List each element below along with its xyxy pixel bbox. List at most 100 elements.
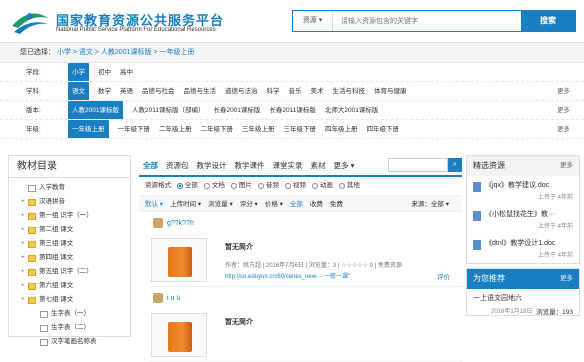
filter-option[interactable]: 道德与法治 <box>225 82 258 100</box>
sort-option[interactable]: 浏览量 ▾ <box>208 201 233 208</box>
expand-toggle-icon[interactable]: + <box>21 237 28 251</box>
format-option[interactable]: 音频 <box>257 177 279 195</box>
filter-option[interactable]: 二年级上册 <box>159 120 192 138</box>
expand-toggle-icon[interactable]: + <box>21 251 28 265</box>
featured-item[interactable]: 《jqx》教学建议.doc 上传于 4年前 <box>467 176 579 205</box>
catalog-item[interactable]: + 第七组 课文 <box>9 293 130 307</box>
filter-more-link[interactable]: 更多 <box>557 120 570 138</box>
format-option[interactable]: 视频 <box>284 177 306 195</box>
featured-item-title[interactable]: 《小松鼠找花生》教··· <box>485 209 555 219</box>
resource-tab[interactable]: 资源包 <box>162 160 193 175</box>
filter-option[interactable]: 一年级上册 <box>68 120 109 138</box>
filter-more-link[interactable]: 更多 <box>557 101 570 119</box>
resource-thumbnail[interactable] <box>151 313 207 357</box>
filter-option[interactable]: 二年级下册 <box>201 120 234 138</box>
rate-link[interactable]: 评价 <box>437 271 450 281</box>
radio-icon[interactable] <box>284 183 291 189</box>
filter-option[interactable]: 三年级上册 <box>242 120 275 138</box>
resource-tab[interactable]: 课堂实录 <box>269 160 307 175</box>
catalog-item[interactable]: + 第四组 课文 <box>9 251 130 265</box>
resource-thumbnail[interactable] <box>151 238 207 282</box>
featured-item-title[interactable]: 《dtnl》教学设计1.doc <box>485 238 555 248</box>
search-scope-select[interactable]: 资源 ▾ <box>293 11 333 31</box>
filter-option[interactable]: 音乐 <box>289 82 302 100</box>
expand-toggle-icon[interactable]: + <box>21 195 28 209</box>
radio-icon[interactable] <box>311 183 318 189</box>
format-option[interactable]: 全部 <box>176 177 198 195</box>
filter-option[interactable]: 长春2011课标版 <box>269 101 315 119</box>
filter-option[interactable]: 人教2001课标版 <box>68 101 123 119</box>
result-header-text[interactable]: i u ü <box>167 295 180 302</box>
filter-option[interactable]: 长春2001课标版 <box>213 101 260 119</box>
filter-option[interactable]: 品德与生活 <box>184 82 217 100</box>
catalog-item[interactable]: 汉字笔画名称表 <box>9 335 130 349</box>
filter-option[interactable]: 初中 <box>98 63 111 81</box>
radio-icon[interactable] <box>230 183 237 189</box>
recommend-more-link[interactable]: 更多 <box>560 269 573 289</box>
featured-item-title[interactable]: 《jqx》教学建议.doc <box>485 180 549 190</box>
sort-option[interactable]: 收费 <box>310 201 323 208</box>
filter-option[interactable]: 英语 <box>120 82 133 100</box>
radio-icon[interactable] <box>257 183 264 189</box>
filter-option[interactable]: 人教2011课标版（部编） <box>132 101 204 119</box>
sort-option[interactable]: 全部 <box>290 201 303 208</box>
filter-option[interactable]: 三年级下册 <box>284 120 317 138</box>
sort-option[interactable]: 默认 ▾ <box>145 201 163 208</box>
catalog-item[interactable]: + 第三组 课文 <box>9 237 130 251</box>
expand-toggle-icon[interactable]: + <box>21 293 28 307</box>
resource-tab[interactable]: 教学设计 <box>193 160 231 175</box>
platform-logo-icon[interactable] <box>8 8 52 38</box>
source-filter[interactable]: 来源：全部 ▾ <box>411 196 449 213</box>
resource-tab[interactable]: 素材 <box>307 160 330 175</box>
filter-option[interactable]: 语文 <box>68 82 89 100</box>
filter-more-link[interactable]: 更多 <box>557 82 570 100</box>
catalog-item[interactable]: 生字表（一） <box>9 307 130 321</box>
format-option[interactable]: 图片 <box>230 177 252 195</box>
expand-toggle-icon[interactable]: + <box>21 223 28 237</box>
resource-tab[interactable]: 更多 ▾ <box>330 160 359 175</box>
featured-more-link[interactable]: 更多 <box>560 156 573 176</box>
filter-option[interactable]: 北师大2001课标版 <box>325 101 378 119</box>
resource-tab[interactable]: 教学课件 <box>231 160 269 175</box>
filter-option[interactable]: 一年级下册 <box>118 120 151 138</box>
expand-toggle-icon[interactable]: + <box>21 279 28 293</box>
filter-option[interactable]: 美术 <box>311 82 324 100</box>
recommend-item-title[interactable]: 一上语文园地六 <box>473 293 573 303</box>
recommend-item[interactable]: 一上语文园地六 2018年1月18日 浏览量：193 <box>467 289 579 316</box>
sort-option[interactable]: 评分 ▾ <box>240 201 258 208</box>
featured-item[interactable]: 《小松鼠找花生》教··· 上传于 4年前 <box>467 205 579 234</box>
sort-option[interactable]: 价格 ▾ <box>265 201 283 208</box>
result-title[interactable]: 暂无简介 <box>225 317 253 327</box>
filter-option[interactable]: 小学 <box>68 63 89 81</box>
catalog-item[interactable]: + 汉语拼音 <box>9 195 130 209</box>
search-button[interactable]: 搜索 <box>521 11 575 31</box>
breadcrumb-path[interactable]: 小学 > 语文 > 人教2001课标版 > 一年级上册 <box>57 49 195 56</box>
catalog-item[interactable]: + 第一组 识字（一） <box>9 209 130 223</box>
result-url[interactable]: http://so.eduyun.cn/80/ceries_new-···一般一… <box>225 271 350 280</box>
result-header[interactable]: g??k??h <box>139 212 462 234</box>
format-option[interactable]: 其他 <box>338 177 360 195</box>
catalog-item[interactable]: + 第五组 识字（二） <box>9 265 130 279</box>
filter-option[interactable]: 体育与健康 <box>374 82 407 100</box>
filter-option[interactable]: 高中 <box>120 63 133 81</box>
tab-search-input[interactable] <box>388 158 448 172</box>
result-header-text[interactable]: g??k??h <box>167 220 194 227</box>
sort-option[interactable]: 上传时间 ▾ <box>170 201 201 208</box>
filter-option[interactable]: 品德与社会 <box>142 82 175 100</box>
resource-tab[interactable]: 全部 <box>139 160 162 175</box>
expand-toggle-icon[interactable]: + <box>21 209 28 223</box>
result-title[interactable]: 暂无简介 <box>225 242 253 252</box>
filter-option[interactable]: 四年级上册 <box>325 120 358 138</box>
format-option[interactable]: 动画 <box>311 177 333 195</box>
filter-option[interactable]: 四年级下册 <box>367 120 400 138</box>
result-header[interactable]: i u ü <box>139 287 462 309</box>
tab-search-button[interactable]: ⌕ <box>448 158 462 172</box>
expand-toggle-icon[interactable]: + <box>21 265 28 279</box>
radio-icon[interactable] <box>203 183 210 189</box>
catalog-item[interactable]: + 第二组 课文 <box>9 223 130 237</box>
sort-option[interactable]: 免费 <box>330 201 343 208</box>
filter-option[interactable]: 生活与科技 <box>333 82 366 100</box>
search-input[interactable] <box>333 11 521 31</box>
filter-option[interactable]: 科学 <box>267 82 280 100</box>
format-option[interactable]: 文档 <box>203 177 225 195</box>
